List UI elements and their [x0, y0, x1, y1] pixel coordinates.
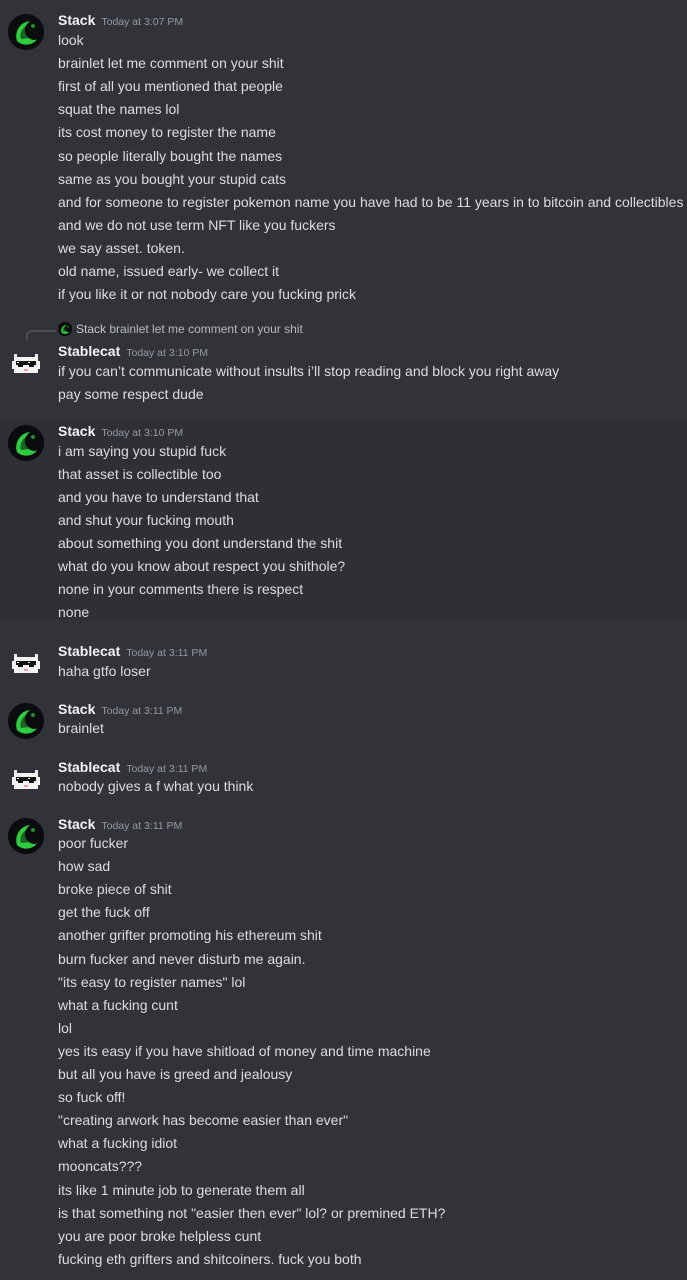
message-header: Stack Today at 3:07 PM: [58, 12, 183, 32]
message-line: nobody gives a f what you think: [58, 778, 254, 794]
author-name[interactable]: Stack: [58, 816, 95, 832]
message-line: burn fucker and never disturb me again.: [58, 950, 306, 967]
message-line: brainlet let me comment on your shit: [58, 55, 284, 72]
stack-avatar[interactable]: [8, 703, 44, 739]
reply-connector: [26, 330, 56, 340]
message-line: so people literally bought the names: [58, 147, 283, 164]
message-line: same as you bought your stupid cats: [58, 170, 287, 187]
message-line: what a fucking idiot: [58, 1135, 178, 1152]
message-line: that asset is collectible too: [58, 466, 222, 482]
message-line: and shut your fucking mouth: [58, 512, 234, 528]
message-line: haha gtfo loser: [58, 663, 151, 679]
stablecat-avatar[interactable]: [8, 345, 44, 381]
reply-preview[interactable]: Stack brainlet let me comment on your sh…: [58, 322, 303, 336]
message-line: but all you have is greed and jealousy: [58, 1066, 293, 1082]
message-line: about something you dont understand the …: [58, 535, 343, 551]
message-line: "creating arwork has become easier than …: [58, 1112, 349, 1129]
message-header: Stablecat Today at 3:11 PM: [58, 643, 207, 663]
timestamp: Today at 3:11 PM: [126, 647, 208, 659]
stablecat-avatar[interactable]: [8, 761, 44, 797]
message-line: first of all you mentioned that people: [58, 78, 283, 95]
message-line: we say asset. token.: [58, 239, 185, 256]
stablecat-avatar[interactable]: [8, 645, 44, 681]
message-line: and you have to understand that: [58, 489, 259, 505]
message-line: if you like it or not nobody care you fu…: [58, 286, 357, 303]
message-header: Stack Today at 3:10 PM: [58, 423, 183, 443]
message-line: look: [58, 32, 84, 48]
timestamp: Today at 3:11 PM: [126, 763, 208, 775]
message-line: poor fucker: [58, 835, 129, 851]
message-line: so fuck off!: [58, 1089, 126, 1106]
timestamp: Today at 3:11 PM: [101, 820, 183, 832]
message-line: old name, issued early- we collect it: [58, 263, 279, 279]
message-line: "its easy to register names" lol: [58, 973, 246, 990]
message-line: yes its easy if you have shitload of mon…: [58, 1042, 431, 1059]
message-line: its like 1 minute job to generate them a…: [58, 1181, 305, 1198]
message-line: you are poor broke helpless cunt: [58, 1227, 262, 1244]
message-line: and for someone to register pokemon name…: [58, 193, 684, 210]
message-line: lol: [58, 1019, 73, 1036]
message-line: if you can’t communicate without insults…: [58, 363, 560, 379]
message-line: fucking eth grifters and shitcoiners. fu…: [58, 1250, 362, 1267]
author-name[interactable]: Stack: [58, 423, 95, 439]
message-line: what do you know about respect you shith…: [58, 558, 346, 574]
author-name[interactable]: Stablecat: [58, 643, 120, 659]
author-name[interactable]: Stablecat: [58, 759, 120, 775]
timestamp: Today at 3:11 PM: [101, 705, 183, 717]
message-line: is that something not "easier then ever"…: [58, 1204, 446, 1221]
message-line: how sad: [58, 858, 111, 875]
message-line: pay some respect dude: [58, 386, 204, 402]
message-line: squat the names lol: [58, 101, 180, 118]
message-line: none in your comments there is respect: [58, 581, 304, 597]
reply-text: brainlet let me comment on your shit: [109, 322, 303, 336]
message-header: Stablecat Today at 3:10 PM: [58, 343, 208, 363]
message-line: none: [58, 604, 90, 620]
reply-avatar: [58, 322, 72, 336]
timestamp: Today at 3:10 PM: [126, 347, 208, 359]
author-name[interactable]: Stack: [58, 12, 95, 28]
chat-message-list: Stack Today at 3:07 PM look brainlet let me…: [0, 0, 687, 1280]
stack-avatar[interactable]: [8, 425, 44, 461]
message-line: and we do not use term NFT like you fuck…: [58, 216, 336, 233]
message-line: i am saying you stupid fuck: [58, 443, 227, 459]
timestamp: Today at 3:07 PM: [101, 16, 184, 28]
timestamp: Today at 3:10 PM: [101, 427, 184, 439]
message-line: get the fuck off: [58, 904, 150, 921]
message-line: another grifter promoting his ethereum s…: [58, 927, 322, 944]
message-line: broke piece of shit: [58, 881, 172, 898]
message-line: its cost money to register the name: [58, 124, 276, 141]
author-name[interactable]: Stack: [58, 701, 95, 717]
reply-author[interactable]: Stack: [76, 322, 106, 336]
message-line: what a fucking cunt: [58, 996, 178, 1013]
message-line: mooncats???: [58, 1158, 143, 1175]
stack-avatar[interactable]: [8, 14, 44, 50]
stack-avatar[interactable]: [8, 818, 44, 854]
author-name[interactable]: Stablecat: [58, 343, 120, 359]
message-line: brainlet: [58, 720, 104, 736]
